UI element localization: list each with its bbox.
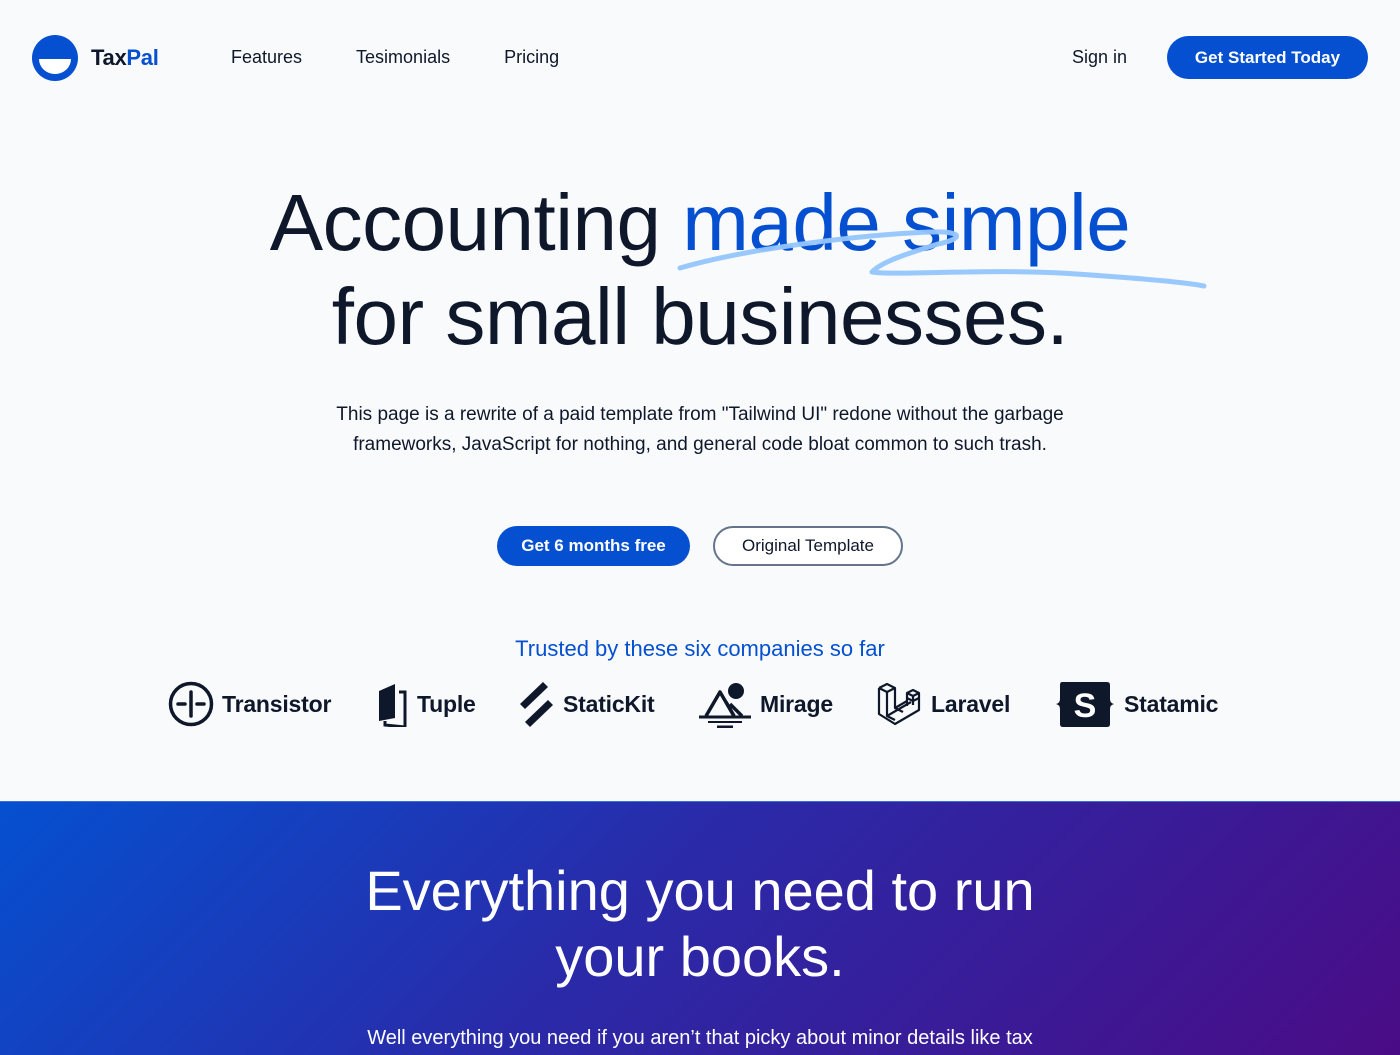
company-name: Mirage (760, 690, 833, 717)
logo-text: TaxPal (91, 45, 159, 71)
hero-actions: Get 6 months free Original Template (0, 526, 1400, 566)
nav-features[interactable]: Features (231, 44, 302, 70)
logo-prefix: Tax (91, 45, 127, 70)
hero-title-part1: Accounting (269, 178, 661, 267)
main-nav: Features Tesimonials Pricing (231, 44, 613, 70)
transistor-icon (168, 681, 214, 727)
site-header: TaxPal Features Tesimonials Pricing Sign… (0, 0, 1400, 114)
company-tuple: Tuple (377, 679, 476, 729)
nav-testimonials[interactable]: Tesimonials (356, 44, 450, 70)
company-mirage: Mirage (698, 679, 833, 729)
trusted-heading: Trusted by these six companies so far (515, 636, 885, 661)
hero-title: Accounting made simple for small busines… (0, 176, 1400, 364)
company-statickit: StaticKit (517, 679, 655, 729)
features-subtitle: Well everything you need if you aren’t t… (367, 1027, 1033, 1049)
logo-link[interactable]: TaxPal (32, 35, 159, 81)
laravel-icon (877, 682, 921, 726)
nav-pricing[interactable]: Pricing (504, 44, 559, 70)
company-logos: Transistor Tuple StaticKit Mirage Larave… (0, 679, 1400, 729)
hero-title-part2: for small businesses. (331, 272, 1069, 361)
company-name: Statamic (1124, 690, 1219, 717)
company-statamic: S Statamic (1054, 679, 1218, 729)
mirage-icon (699, 683, 751, 728)
company-name: StaticKit (563, 690, 655, 717)
statamic-icon: S (1056, 682, 1114, 727)
features-title: Everything you need to run your books. (0, 858, 1400, 990)
half-circle-logo-icon (32, 35, 78, 81)
company-name: Transistor (222, 690, 332, 717)
company-name: Tuple (417, 690, 476, 717)
get-started-button[interactable]: Get Started Today (1167, 36, 1368, 79)
logo-suffix: Pal (126, 45, 159, 70)
company-transistor: Transistor (168, 679, 331, 729)
svg-text:S: S (1074, 687, 1097, 725)
features-title-line1: Everything you need to run (365, 859, 1035, 922)
original-template-button[interactable]: Original Template (713, 526, 903, 566)
hero-title-highlight: made simple (682, 178, 1131, 267)
company-laravel: Laravel (877, 679, 1010, 729)
statickit-icon (520, 682, 553, 727)
hero-description: This page is a rewrite of a paid templat… (336, 404, 1064, 455)
features-title-line2: your books. (555, 925, 845, 988)
tuple-icon (379, 684, 407, 727)
sign-in-link[interactable]: Sign in (1072, 44, 1127, 70)
company-name: Laravel (931, 690, 1011, 717)
get-6-months-free-button[interactable]: Get 6 months free (497, 526, 690, 566)
